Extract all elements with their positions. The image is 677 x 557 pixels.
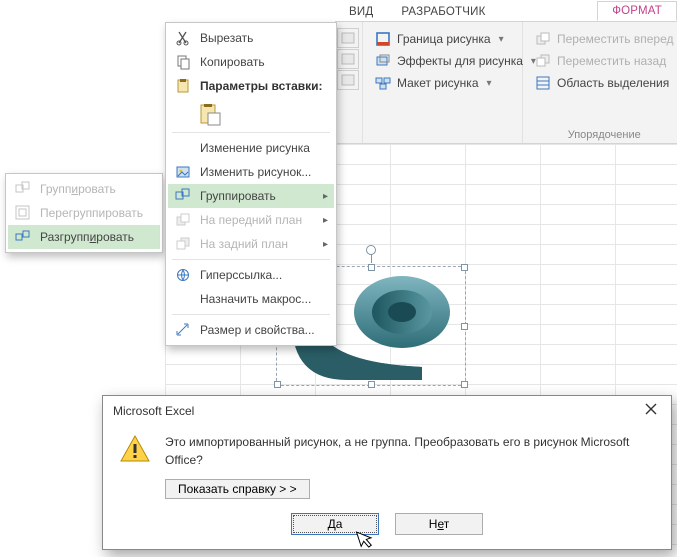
group-submenu: Группировать Перегруппировать Разгруппир… xyxy=(5,173,163,253)
ribbon-style-thumb[interactable] xyxy=(337,70,359,90)
bring-forward-label: Переместить вперед xyxy=(557,32,673,46)
size-props-icon xyxy=(174,322,192,338)
submenu-regroup[interactable]: Перегруппировать xyxy=(8,201,160,225)
close-icon xyxy=(645,403,657,415)
picture-layout-button[interactable]: Макет рисунка ▾ xyxy=(371,72,514,94)
send-backward-icon xyxy=(535,53,551,69)
submenu-ungroup-label: Разгруппировать xyxy=(40,230,134,244)
resize-handle[interactable] xyxy=(368,381,375,388)
dialog-title: Microsoft Excel xyxy=(113,404,194,418)
ctx-paste-options-header: Параметры вставки: xyxy=(168,74,334,98)
tab-format[interactable]: ФОРМАТ xyxy=(597,1,677,21)
ctx-bring-front-label: На передний план xyxy=(200,213,302,227)
ctx-cut-label: Вырезать xyxy=(200,31,253,45)
ctx-group[interactable]: Группировать ▸ xyxy=(168,184,334,208)
picture-border-button[interactable]: Граница рисунка ▾ xyxy=(371,28,514,50)
dialog-message: Это импортированный рисунок, а не группа… xyxy=(165,433,655,469)
send-back-icon xyxy=(174,236,192,252)
copy-icon xyxy=(174,54,192,70)
ribbon-style-thumb[interactable] xyxy=(337,28,359,48)
picture-layout-label: Макет рисунка xyxy=(397,76,479,90)
blank-icon xyxy=(174,140,192,156)
dropdown-icon: ▾ xyxy=(487,78,492,89)
ctx-assign-macro[interactable]: Назначить макрос... xyxy=(168,287,334,311)
ribbon-group-label-arrange: Упорядочение xyxy=(523,129,677,141)
ribbon-style-thumb[interactable] xyxy=(337,49,359,69)
edit-picture-icon xyxy=(174,164,192,180)
separator xyxy=(172,259,330,260)
ctx-edit-picture-label: Изменить рисунок... xyxy=(200,165,311,179)
resize-handle[interactable] xyxy=(461,323,468,330)
show-help-button[interactable]: Показать справку > > xyxy=(165,479,310,499)
bring-forward-icon xyxy=(535,31,551,47)
ctx-bring-front[interactable]: На передний план ▸ xyxy=(168,208,334,232)
tab-view[interactable]: ВИД xyxy=(335,3,387,21)
context-menu: Вырезать Копировать Параметры вставки: И… xyxy=(165,22,337,346)
picture-effects-icon xyxy=(375,53,391,69)
no-button[interactable]: Нет xyxy=(395,513,483,535)
resize-handle[interactable] xyxy=(461,381,468,388)
dropdown-icon: ▾ xyxy=(499,34,504,45)
paste-option-button[interactable] xyxy=(196,101,224,129)
ungroup-icon xyxy=(14,229,32,245)
cut-icon xyxy=(174,30,192,46)
ctx-assign-macro-label: Назначить макрос... xyxy=(200,292,311,306)
send-backward-button[interactable]: Переместить назад xyxy=(531,50,677,72)
selection-pane-label: Область выделения xyxy=(557,76,669,90)
warning-icon xyxy=(119,433,151,465)
group-icon xyxy=(14,181,32,197)
resize-handle[interactable] xyxy=(461,264,468,271)
ctx-paste-options-label: Параметры вставки: xyxy=(200,79,323,93)
picture-layout-icon xyxy=(375,75,391,91)
ribbon: Граница рисунка ▾ Эффекты для рисунка ▾ … xyxy=(335,22,677,144)
selection-pane-button[interactable]: Область выделения xyxy=(531,72,677,94)
ctx-edit-picture[interactable]: Изменить рисунок... xyxy=(168,160,334,184)
separator xyxy=(172,132,330,133)
submenu-arrow-icon: ▸ xyxy=(323,215,328,226)
ctx-size-properties[interactable]: Размер и свойства... xyxy=(168,318,334,342)
ctx-group-label: Группировать xyxy=(200,189,276,203)
picture-effects-button[interactable]: Эффекты для рисунка ▾ xyxy=(371,50,514,72)
send-backward-label: Переместить назад xyxy=(557,54,666,68)
picture-border-label: Граница рисунка xyxy=(397,32,491,46)
bring-forward-button[interactable]: Переместить вперед xyxy=(531,28,677,50)
submenu-ungroup[interactable]: Разгруппировать xyxy=(8,225,160,249)
picture-effects-label: Эффекты для рисунка xyxy=(397,54,523,68)
dialog-close-button[interactable] xyxy=(639,402,663,419)
ctx-size-properties-label: Размер и свойства... xyxy=(200,323,315,337)
resize-handle[interactable] xyxy=(368,264,375,271)
paste-icon xyxy=(174,78,192,94)
picture-border-icon xyxy=(375,31,391,47)
ctx-send-back-label: На задний план xyxy=(200,237,288,251)
selection-pane-icon xyxy=(535,75,551,91)
hyperlink-icon xyxy=(174,267,192,283)
group-icon xyxy=(174,188,192,204)
submenu-group[interactable]: Группировать xyxy=(8,177,160,201)
ctx-cut[interactable]: Вырезать xyxy=(168,26,334,50)
blank-icon xyxy=(174,291,192,307)
ctx-send-back[interactable]: На задний план ▸ xyxy=(168,232,334,256)
ribbon-tabstrip: ВИД РАЗРАБОТЧИК ФОРМАТ xyxy=(335,0,677,22)
regroup-icon xyxy=(14,205,32,221)
ctx-hyperlink[interactable]: Гиперссылка... xyxy=(168,263,334,287)
convert-picture-dialog: Microsoft Excel Это импортированный рису… xyxy=(102,395,672,550)
submenu-arrow-icon: ▸ xyxy=(323,239,328,250)
submenu-group-label: Группировать xyxy=(40,182,116,196)
bring-front-icon xyxy=(174,212,192,228)
tab-developer[interactable]: РАЗРАБОТЧИК xyxy=(387,3,499,21)
ctx-change-picture[interactable]: Изменение рисунка xyxy=(168,136,334,160)
yes-button[interactable]: Да xyxy=(291,513,379,535)
submenu-regroup-label: Перегруппировать xyxy=(40,206,143,220)
separator xyxy=(172,314,330,315)
rotate-handle[interactable] xyxy=(366,245,376,255)
ctx-copy[interactable]: Копировать xyxy=(168,50,334,74)
ctx-change-picture-label: Изменение рисунка xyxy=(200,141,310,155)
resize-handle[interactable] xyxy=(274,381,281,388)
ctx-copy-label: Копировать xyxy=(200,55,265,69)
ctx-hyperlink-label: Гиперссылка... xyxy=(200,268,282,282)
submenu-arrow-icon: ▸ xyxy=(323,191,328,202)
